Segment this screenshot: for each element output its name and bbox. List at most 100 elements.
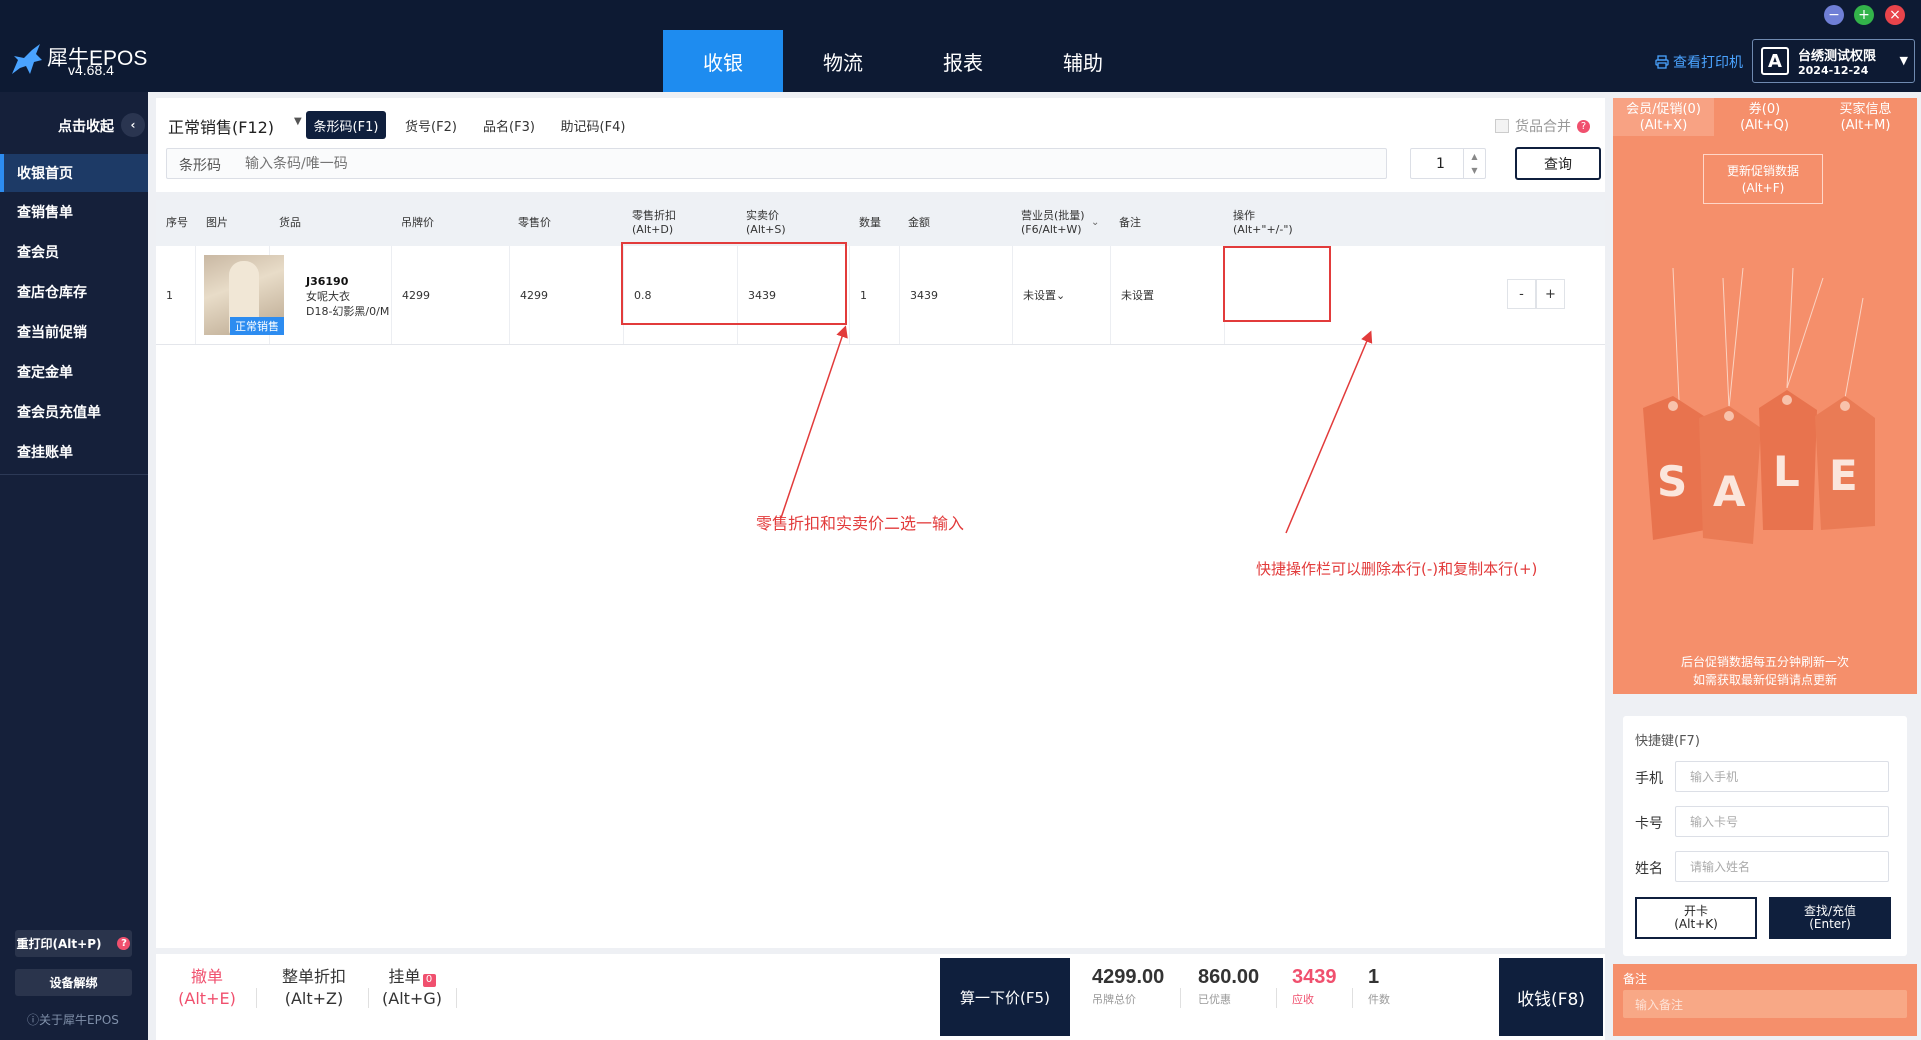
barcode-field: 条形码 bbox=[166, 148, 1387, 179]
search-panel: 正常销售(F12) ▼ 条形码(F1) 货号(F2) 品名(F3) 助记码(F4… bbox=[156, 98, 1605, 192]
refresh-promo-button[interactable]: 更新促销数据 (Alt+F) bbox=[1703, 154, 1823, 204]
undo-button[interactable]: 撤单 (Alt+E) bbox=[174, 966, 240, 1010]
checkbox-icon bbox=[1495, 119, 1509, 133]
order-discount-key: (Alt+Z) bbox=[284, 989, 344, 1008]
quantity-stepper[interactable]: 1 ▲ ▼ bbox=[1410, 148, 1486, 179]
sidebar-item-promotions[interactable]: 查当前促销 bbox=[0, 313, 148, 351]
count-label: 件数 bbox=[1368, 993, 1390, 1006]
view-printer-link[interactable]: 查看打印机 bbox=[1655, 52, 1743, 72]
query-button[interactable]: 查询 bbox=[1515, 147, 1601, 180]
name-label: 姓名 bbox=[1635, 861, 1663, 877]
hold-count-badge: 0 bbox=[422, 973, 436, 987]
nav-tab-tools[interactable]: 辅助 bbox=[1023, 30, 1143, 92]
arrow-down-icon[interactable]: ▼ bbox=[1471, 166, 1477, 175]
mode-tab-mnemonic[interactable]: 助记码(F4) bbox=[554, 111, 632, 139]
sidebar-item-deposits[interactable]: 查定金单 bbox=[0, 353, 148, 391]
member-shortcut-title: 快捷键(F7) bbox=[1635, 734, 1700, 749]
undo-label: 撤单 bbox=[190, 967, 223, 986]
hold-label: 挂单 bbox=[388, 967, 421, 986]
nav-tab-logistics[interactable]: 物流 bbox=[783, 30, 903, 92]
printer-label: 查看打印机 bbox=[1673, 55, 1743, 71]
sale-letter-l: L bbox=[1773, 447, 1800, 496]
rhino-logo-icon bbox=[12, 44, 42, 74]
receivable-label: 应收 bbox=[1292, 993, 1314, 1006]
nav-tab-reports[interactable]: 报表 bbox=[903, 30, 1023, 92]
app-version: v4.68.4 bbox=[68, 62, 114, 78]
receivable-stat: 3439 应收 bbox=[1292, 966, 1337, 1007]
open-card-button[interactable]: 开卡 (Alt+K) bbox=[1635, 897, 1757, 939]
mode-tab-name[interactable]: 品名(F3) bbox=[474, 111, 544, 139]
sidebar-item-members[interactable]: 查会员 bbox=[0, 233, 148, 271]
maximize-button[interactable]: + bbox=[1854, 5, 1874, 25]
order-discount-button[interactable]: 整单折扣 (Alt+Z) bbox=[274, 966, 354, 1010]
cart-table: 序号 图片 货品 吊牌价 零售价 零售折扣 (Alt+D) 实卖价 (Alt+S… bbox=[156, 200, 1605, 948]
tab-coupons-key: (Alt+Q) bbox=[1740, 118, 1789, 133]
mode-tab-item-no[interactable]: 货号(F2) bbox=[396, 111, 466, 139]
merge-goods-checkbox[interactable]: 货品合并 ? bbox=[1495, 116, 1590, 136]
chevron-left-icon: ‹ bbox=[121, 113, 145, 137]
tab-member-promo[interactable]: 会员/促销(0) (Alt+X) bbox=[1613, 98, 1714, 136]
remark-input[interactable]: 输入备注 bbox=[1623, 990, 1907, 1018]
user-menu[interactable]: A 台绣测试权限 2024-12-24 ▼ bbox=[1752, 39, 1915, 83]
refresh-label: 更新促销数据 bbox=[1726, 164, 1799, 178]
arrow-ops bbox=[1285, 330, 1373, 534]
collapse-label: 点击收起 bbox=[58, 119, 114, 135]
close-button[interactable]: × bbox=[1885, 5, 1905, 25]
calculate-price-button[interactable]: 算一下价(F5) bbox=[940, 958, 1070, 1036]
tab-buyer-label: 买家信息 bbox=[1839, 102, 1892, 117]
about-link[interactable]: ⓘ关于犀牛EPOS bbox=[27, 1011, 119, 1028]
nav-tab-cashier[interactable]: 收银 bbox=[663, 30, 783, 92]
receivable-value: 3439 bbox=[1292, 966, 1337, 988]
reprint-button[interactable]: 重打印(Alt+P) ? bbox=[15, 930, 132, 957]
find-key: (Enter) bbox=[1809, 917, 1851, 931]
member-lookup-card: 快捷键(F7) 手机 输入手机 卡号 输入卡号 姓名 请输入姓名 开卡 (Alt… bbox=[1623, 716, 1907, 956]
tab-coupons[interactable]: 券(0) (Alt+Q) bbox=[1714, 98, 1815, 136]
sidebar-item-inventory[interactable]: 查店仓库存 bbox=[0, 273, 148, 311]
promo-note-line1: 后台促销数据每五分钟刷新一次 bbox=[1680, 655, 1849, 669]
sidebar-collapse-toggle[interactable]: 点击收起 ‹ bbox=[0, 110, 148, 140]
arrow-up-icon[interactable]: ▲ bbox=[1471, 152, 1477, 161]
printer-icon bbox=[1655, 55, 1669, 69]
tab-member-promo-label: 会员/促销(0) bbox=[1626, 102, 1701, 117]
sidebar-item-recharge[interactable]: 查会员充值单 bbox=[0, 393, 148, 431]
minimize-button[interactable]: − bbox=[1824, 5, 1844, 25]
phone-label: 手机 bbox=[1635, 771, 1663, 787]
barcode-input[interactable] bbox=[245, 153, 1345, 175]
mode-tab-barcode[interactable]: 条形码(F1) bbox=[306, 111, 386, 139]
hold-order-button[interactable]: 挂单 0 (Alt+G) bbox=[382, 966, 442, 1010]
promo-note: 后台促销数据每五分钟刷新一次 如需获取最新促销请点更新 bbox=[1613, 653, 1917, 689]
sale-type-select[interactable]: 正常销售(F12) bbox=[168, 114, 274, 138]
sidebar-item-credit[interactable]: 查挂账单 bbox=[0, 433, 148, 471]
promo-panel: 会员/促销(0) (Alt+X) 券(0) (Alt+Q) 买家信息 (Alt+… bbox=[1613, 98, 1917, 694]
open-card-key: (Alt+K) bbox=[1674, 917, 1718, 931]
tab-buyer-info[interactable]: 买家信息 (Alt+M) bbox=[1815, 98, 1916, 136]
sidebar-item-sales-orders[interactable]: 查销售单 bbox=[0, 193, 148, 231]
stepper-arrows[interactable]: ▲ ▼ bbox=[1463, 149, 1485, 178]
collect-payment-button[interactable]: 收钱(F8) bbox=[1499, 958, 1603, 1036]
sale-tags-illustration: S A L E bbox=[1643, 268, 1875, 544]
card-input[interactable]: 输入卡号 bbox=[1675, 806, 1889, 837]
card-label: 卡号 bbox=[1635, 816, 1663, 832]
sidebar: 点击收起 ‹ 收银首页 查销售单 查会员 查店仓库存 查当前促销 查定金单 查会… bbox=[0, 92, 148, 1040]
divider bbox=[1180, 988, 1181, 1008]
reprint-label: 重打印(Alt+P) bbox=[16, 937, 102, 951]
discounted-stat: 860.00 已优惠 bbox=[1198, 966, 1259, 1007]
divider bbox=[1352, 988, 1353, 1008]
merge-label: 货品合并 bbox=[1515, 119, 1571, 135]
discounted-value: 860.00 bbox=[1198, 966, 1260, 988]
tag-total-label: 吊牌总价 bbox=[1092, 993, 1136, 1006]
annotation-price: 零售折扣和实卖价二选一输入 bbox=[756, 514, 965, 533]
order-discount-label: 整单折扣 bbox=[281, 967, 346, 986]
sidebar-item-cashier-home[interactable]: 收银首页 bbox=[0, 154, 148, 192]
unbind-device-button[interactable]: 设备解绑 bbox=[15, 969, 132, 996]
tag-total-stat: 4299.00 吊牌总价 bbox=[1092, 966, 1164, 1007]
phone-input[interactable]: 输入手机 bbox=[1675, 761, 1889, 792]
help-icon: ? bbox=[117, 937, 131, 950]
name-input[interactable]: 请输入姓名 bbox=[1675, 851, 1889, 882]
annotation-ops: 快捷操作栏可以删除本行(-)和复制本行(+) bbox=[1256, 560, 1538, 578]
arrow-price bbox=[780, 325, 848, 519]
tab-member-promo-key: (Alt+X) bbox=[1639, 118, 1688, 133]
find-recharge-button[interactable]: 查找/充值 (Enter) bbox=[1769, 897, 1891, 939]
main-area: 正常销售(F12) ▼ 条形码(F1) 货号(F2) 品名(F3) 助记码(F4… bbox=[148, 92, 1609, 1040]
undo-key: (Alt+E) bbox=[178, 989, 236, 1008]
